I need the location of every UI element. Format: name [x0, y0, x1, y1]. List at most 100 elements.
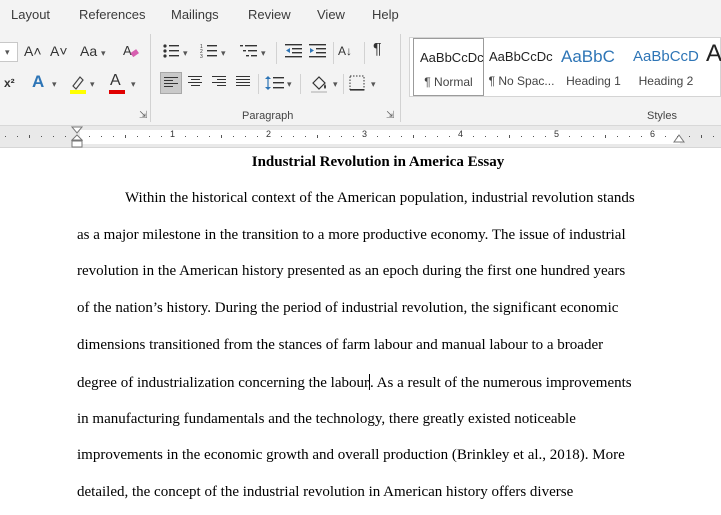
ruler-tick	[125, 135, 126, 138]
ruler-tick	[389, 136, 390, 137]
ruler-tick	[17, 136, 18, 137]
style-no-spacing[interactable]: AaBbCcDc ¶ No Spac...	[486, 38, 557, 96]
style-heading-1[interactable]: AaBbC Heading 1	[558, 38, 629, 96]
ruler-tick	[197, 136, 198, 137]
ruler-tick	[65, 136, 66, 137]
sort-button[interactable]: A↓	[338, 41, 352, 63]
superscript-button[interactable]: x²	[4, 73, 15, 95]
indent-markers-icon[interactable]	[71, 126, 83, 148]
multilevel-list-icon[interactable]	[240, 43, 260, 59]
ruler-tick	[701, 135, 702, 138]
ruler-tick	[437, 136, 438, 137]
ruler-tick	[665, 136, 666, 137]
group-divider	[150, 34, 151, 122]
align-left-icon	[164, 77, 178, 89]
separator	[258, 74, 259, 94]
line-spacing-icon[interactable]	[265, 75, 285, 91]
ruler-tick	[41, 136, 42, 137]
document-page[interactable]: Industrial Revolution in America Essay W…	[0, 148, 721, 515]
chevron-down-icon: ▾	[5, 47, 10, 57]
align-left-button[interactable]	[160, 72, 182, 94]
ruler-tick	[101, 136, 102, 137]
grow-font-button[interactable]: A˄	[24, 41, 42, 63]
ruler-number: 6	[650, 129, 656, 139]
shrink-font-button[interactable]: A˅	[50, 41, 68, 63]
tab-mailings[interactable]: Mailings	[171, 7, 219, 22]
ruler-tick	[473, 136, 474, 137]
ruler-number: 2	[266, 129, 272, 139]
styles-group-label: Styles	[647, 110, 677, 122]
right-indent-marker-icon[interactable]	[673, 134, 685, 144]
ruler-tick	[329, 136, 330, 137]
bullets-chevron-icon[interactable]: ▾	[183, 48, 188, 59]
highlight-chevron-icon[interactable]: ▾	[90, 79, 95, 90]
ruler-tick	[89, 136, 90, 137]
decrease-indent-icon[interactable]	[285, 43, 303, 59]
show-formatting-marks-button[interactable]: ¶	[373, 40, 382, 62]
justify-icon[interactable]	[236, 76, 250, 88]
font-color-chevron-icon[interactable]: ▾	[131, 79, 136, 90]
styles-gallery: AaBbCcDc ¶ Normal AaBbCcDc ¶ No Spac... …	[409, 37, 721, 97]
ruler-tick	[113, 136, 114, 137]
ribbon: ▾ A˄ A˅ Aa ▾ A x² A ▾ ▾ A ▾ ⇲ ▾ 1 2 3 ▾ …	[0, 30, 721, 126]
increase-indent-icon[interactable]	[309, 43, 327, 59]
ruler-tick	[53, 136, 54, 137]
text-effects-button[interactable]: A	[32, 72, 44, 94]
ruler-tick	[713, 136, 714, 137]
style-heading-1-label: Heading 1	[566, 74, 621, 88]
style-title-sample: A	[706, 40, 721, 67]
change-case-button[interactable]: Aa	[80, 41, 97, 63]
borders-chevron-icon[interactable]: ▾	[371, 79, 376, 90]
tab-layout[interactable]: Layout	[11, 7, 50, 22]
tab-review[interactable]: Review	[248, 7, 291, 22]
shading-chevron-icon[interactable]: ▾	[333, 79, 338, 90]
document-line: Within the historical context of the Ame…	[125, 190, 635, 206]
ruler-tick	[257, 136, 258, 137]
align-right-icon[interactable]	[212, 76, 226, 88]
paragraph-group-label: Paragraph	[242, 110, 294, 122]
text-effects-chevron-icon[interactable]: ▾	[52, 79, 57, 90]
shading-icon[interactable]	[309, 74, 329, 94]
ruler-tick	[317, 135, 318, 138]
highlighter-icon[interactable]	[68, 74, 88, 94]
style-normal[interactable]: AaBbCcDc ¶ Normal	[413, 38, 484, 96]
tab-view[interactable]: View	[317, 7, 345, 22]
separator	[300, 74, 301, 94]
numbering-icon[interactable]: 1 2 3	[200, 43, 218, 59]
bullets-icon[interactable]	[162, 43, 180, 59]
ruler-tick	[641, 136, 642, 137]
document-line: as a major milestone in the transition t…	[77, 227, 626, 243]
tab-references[interactable]: References	[79, 7, 145, 22]
horizontal-ruler[interactable]: 1 2 3 4 5 6	[0, 126, 721, 148]
ruler-number: 1	[170, 129, 176, 139]
font-size-dropdown[interactable]: ▾	[0, 42, 18, 62]
align-center-icon[interactable]	[188, 76, 202, 88]
ruler-tick	[5, 136, 6, 137]
style-heading-2-label: Heading 2	[638, 74, 694, 88]
document-line: improvements in the economic growth and …	[77, 447, 625, 463]
ruler-tick	[617, 136, 618, 137]
ruler-tick	[221, 135, 222, 138]
numbering-chevron-icon[interactable]: ▾	[221, 48, 226, 59]
borders-icon[interactable]	[349, 75, 365, 91]
separator	[333, 42, 334, 64]
ruler-tick	[401, 136, 402, 137]
paragraph-dialog-launcher-icon[interactable]: ⇲	[386, 110, 394, 121]
clear-formatting-icon[interactable]: A	[122, 42, 140, 60]
line-spacing-chevron-icon[interactable]: ▾	[287, 79, 292, 90]
ruler-tick	[605, 135, 606, 138]
tab-help[interactable]: Help	[372, 7, 399, 22]
ruler-tick	[149, 136, 150, 137]
font-dialog-launcher-icon[interactable]: ⇲	[139, 110, 147, 121]
separator	[364, 42, 365, 64]
style-heading-2[interactable]: AaBbCcD Heading 2	[630, 38, 702, 96]
ruler-tick	[425, 136, 426, 137]
multilevel-chevron-icon[interactable]: ▾	[261, 48, 266, 59]
ruler-tick	[485, 136, 486, 137]
ruler-tick	[521, 136, 522, 137]
font-color-swatch	[109, 90, 125, 94]
ruler-tick	[137, 136, 138, 137]
style-title[interactable]: A	[704, 38, 721, 96]
group-divider	[400, 34, 401, 122]
change-case-chevron-icon[interactable]: ▾	[101, 48, 106, 59]
